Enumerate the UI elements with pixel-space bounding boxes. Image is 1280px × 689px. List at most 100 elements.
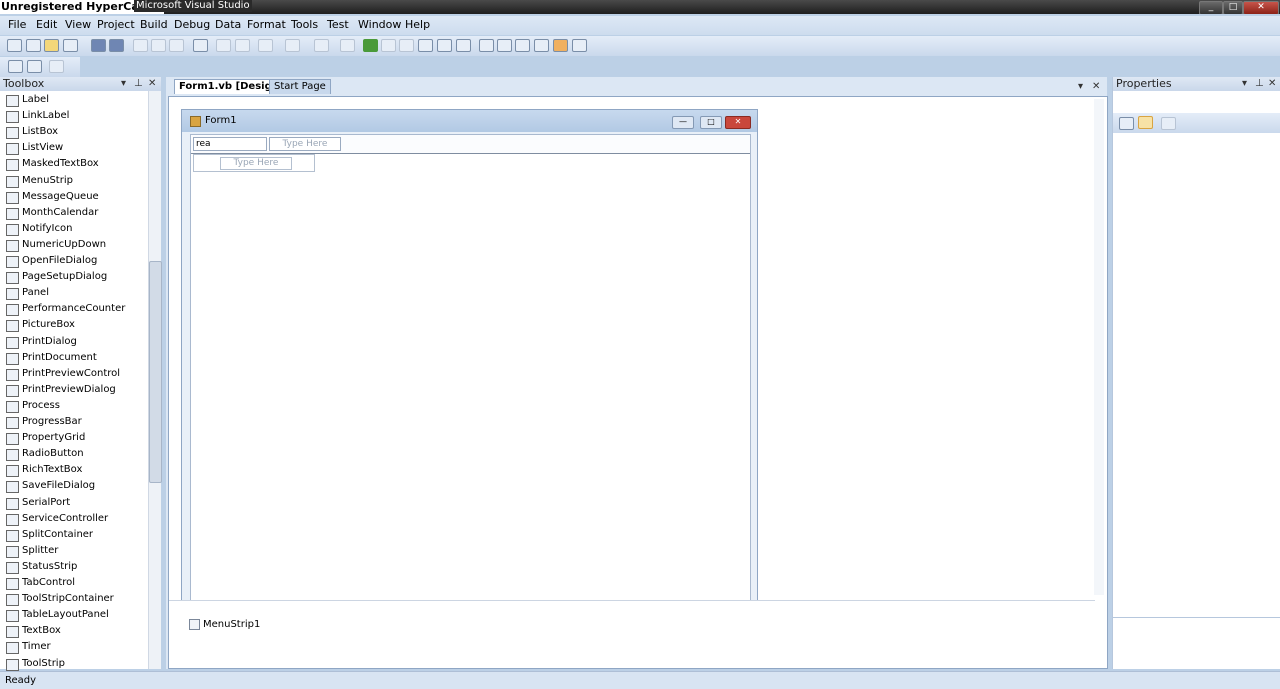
uncomment-icon[interactable] [235,39,250,52]
toolbox-item[interactable]: TabControl [0,575,147,591]
undo-icon[interactable] [258,39,273,52]
minimize-window-button[interactable]: _ [1199,1,1223,14]
navigate-forward-icon[interactable] [340,39,355,52]
save-all-icon[interactable] [109,39,124,52]
close-window-button[interactable]: ✕ [1243,1,1279,14]
window-list-dropdown-icon[interactable]: ▾ [1078,80,1083,94]
find-icon[interactable] [193,39,208,52]
toolbox-item[interactable]: NumericUpDown [0,237,147,253]
toolbox-item[interactable]: ListView [0,140,147,156]
menu-build[interactable]: Build [140,18,168,32]
form1-window[interactable]: Form1 — □ ✕ rea Type Here Type Here [181,109,758,602]
form-client-area[interactable]: rea Type Here Type Here [190,134,751,602]
close-icon[interactable]: ✕ [148,77,156,91]
toolbox-item[interactable]: ListBox [0,124,147,140]
toolbox-item[interactable]: LinkLabel [0,108,147,124]
toolbox-item[interactable]: RadioButton [0,446,147,462]
navigate-backward-icon[interactable] [314,39,329,52]
toolbox-item[interactable]: PrintPreviewDialog [0,382,147,398]
toolbox-item[interactable]: ToolStrip [0,656,147,672]
menu-data[interactable]: Data [215,18,241,32]
alphabetical-icon[interactable] [1138,116,1153,129]
menu-format[interactable]: Format [247,18,286,32]
command-window-icon[interactable] [572,39,587,52]
step-over-icon[interactable] [437,39,452,52]
designer-scrollbar[interactable] [1094,99,1104,595]
solution-explorer-icon[interactable] [479,39,494,52]
object-browser-icon[interactable] [515,39,530,52]
toolbox-item[interactable]: PropertyGrid [0,430,147,446]
comment-icon[interactable] [216,39,231,52]
menu-window[interactable]: Window [358,18,401,32]
toolbox-item[interactable]: OpenFileDialog [0,253,147,269]
menustrip[interactable]: rea Type Here [191,135,750,154]
toolbox-item[interactable]: SaveFileDialog [0,478,147,494]
menu-item-edit-box[interactable]: rea [193,137,267,151]
toolbox-item[interactable]: TextBox [0,623,147,639]
toolbox-item[interactable]: RichTextBox [0,462,147,478]
add-item-icon[interactable] [26,39,41,52]
toolbox-item[interactable]: PageSetupDialog [0,269,147,285]
toolbox-window-icon[interactable] [534,39,549,52]
toolbox-item[interactable]: NotifyIcon [0,221,147,237]
toolbox-item[interactable]: ServiceController [0,511,147,527]
toolbox-item[interactable]: Timer [0,639,147,655]
menu-help[interactable]: Help [405,18,430,32]
cut-icon[interactable] [133,39,148,52]
dropdown-arrow-icon[interactable]: ▾ [121,77,126,91]
toolbox-item[interactable]: Process [0,398,147,414]
start-page-icon[interactable] [553,39,568,52]
toolbox-item[interactable]: Panel [0,285,147,301]
type-here-box-below[interactable]: Type Here [220,157,292,170]
toolbox-item[interactable]: MaskedTextBox [0,156,147,172]
copy-icon[interactable] [151,39,166,52]
tab-start-page[interactable]: Start Page [269,79,331,94]
align-lefts-icon[interactable] [27,60,42,73]
maximize-window-button[interactable]: □ [1223,1,1243,14]
menu-debug[interactable]: Debug [174,18,210,32]
close-icon[interactable]: ✕ [1268,77,1276,91]
open-file-icon[interactable] [44,39,59,52]
align-centers-icon[interactable] [49,60,64,73]
start-debugging-icon[interactable] [363,39,378,52]
stop-debugging-icon[interactable] [399,39,414,52]
new-project-icon[interactable] [7,39,22,52]
paste-icon[interactable] [169,39,184,52]
break-all-icon[interactable] [381,39,396,52]
toolbox-scrollbar[interactable] [148,91,162,669]
properties-window-icon[interactable] [497,39,512,52]
categorized-icon[interactable] [1119,117,1134,130]
toolbox-item[interactable]: TableLayoutPanel [0,607,147,623]
save-icon[interactable] [91,39,106,52]
type-here-box-right[interactable]: Type Here [269,137,341,151]
toolbox-item[interactable]: ToolStripContainer [0,591,147,607]
pin-icon[interactable]: ⊥ [134,77,143,91]
redo-icon[interactable] [285,39,300,52]
toolbox-item[interactable]: MonthCalendar [0,205,147,221]
toolbox-item[interactable]: ProgressBar [0,414,147,430]
menu-view[interactable]: View [65,18,91,32]
menu-file[interactable]: File [8,18,26,32]
scrollbar-thumb[interactable] [149,261,162,483]
toolbox-item[interactable]: PrintDocument [0,350,147,366]
toolbox-item[interactable]: PrintPreviewControl [0,366,147,382]
menu-test[interactable]: Test [327,18,349,32]
menustrip-component-label[interactable]: MenuStrip1 [203,618,260,632]
pin-icon[interactable]: ⊥ [1255,77,1264,91]
add-new-item-icon[interactable] [63,39,78,52]
toolbox-item[interactable]: SplitContainer [0,527,147,543]
property-pages-icon[interactable] [1161,117,1176,130]
toolbox-item[interactable]: PictureBox [0,317,147,333]
toolbox-item[interactable]: MessageQueue [0,189,147,205]
toolbox-item[interactable]: PerformanceCounter [0,301,147,317]
toolbox-item[interactable]: StatusStrip [0,559,147,575]
menu-edit[interactable]: Edit [36,18,57,32]
step-into-icon[interactable] [418,39,433,52]
toolbox-item[interactable]: Splitter [0,543,147,559]
toolbox-item[interactable]: Label [0,92,147,108]
step-out-icon[interactable] [456,39,471,52]
align-to-grid-icon[interactable] [8,60,23,73]
dropdown-arrow-icon[interactable]: ▾ [1242,77,1247,91]
close-document-icon[interactable]: ✕ [1092,80,1100,94]
toolbox-item[interactable]: MenuStrip [0,173,147,189]
